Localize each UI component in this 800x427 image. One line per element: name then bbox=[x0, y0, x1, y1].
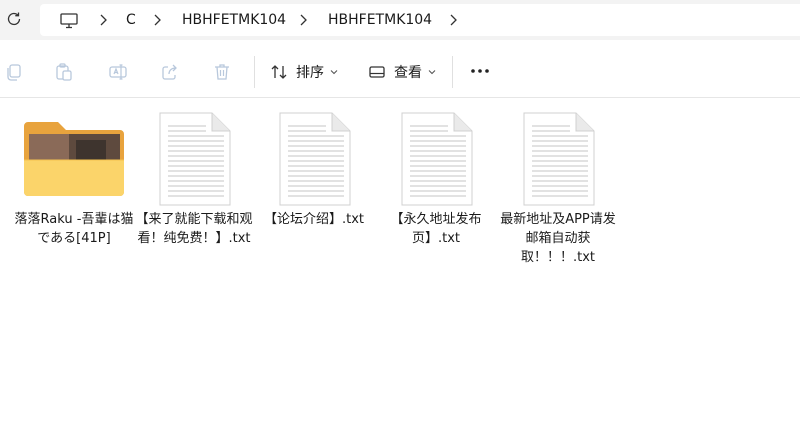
chevron-right-icon[interactable] bbox=[448, 14, 458, 26]
more-icon[interactable] bbox=[470, 68, 490, 74]
copy-icon[interactable] bbox=[4, 62, 24, 82]
breadcrumb-item-current[interactable]: HBHFETMK104 bbox=[328, 10, 432, 30]
file-item-txt[interactable]: 【永久地址发布页】.txt bbox=[376, 110, 496, 280]
file-name: 【论坛介绍】.txt bbox=[263, 212, 365, 227]
toolbar-divider bbox=[254, 56, 255, 88]
chevron-down-icon bbox=[428, 70, 436, 75]
sort-label: 排序 bbox=[296, 65, 324, 81]
chevron-down-icon bbox=[330, 70, 338, 75]
view-label: 查看 bbox=[394, 65, 422, 81]
breadcrumb-item-folder[interactable]: HBHFETMK104 bbox=[182, 10, 286, 30]
file-item-txt[interactable]: 【来了就能下载和观看！纯免费！】.txt bbox=[134, 110, 254, 280]
chevron-right-icon[interactable] bbox=[152, 14, 162, 26]
address-bar-row: C HBHFETMK104 HBHFETMK104 bbox=[0, 0, 800, 40]
text-file-icon bbox=[159, 112, 231, 206]
file-item-txt[interactable]: 【论坛介绍】.txt bbox=[254, 110, 374, 280]
file-name: 【永久地址发布页】.txt bbox=[390, 212, 482, 246]
view-button[interactable]: 查看 bbox=[368, 60, 436, 84]
file-item-txt[interactable]: 最新地址及APP请发邮箱自动获取！！！.txt bbox=[498, 110, 618, 280]
text-file-icon bbox=[401, 112, 473, 206]
text-file-icon bbox=[279, 112, 351, 206]
computer-icon[interactable] bbox=[60, 13, 78, 29]
breadcrumb-item-drive[interactable]: C bbox=[126, 10, 136, 30]
sort-button[interactable]: 排序 bbox=[270, 60, 338, 84]
file-name: 落落Raku -吾輩は猫である[41P] bbox=[14, 212, 134, 246]
rename-icon[interactable] bbox=[108, 62, 128, 82]
paste-icon[interactable] bbox=[54, 62, 74, 82]
text-file-icon bbox=[523, 112, 595, 206]
address-bar[interactable]: C HBHFETMK104 HBHFETMK104 bbox=[40, 4, 800, 36]
view-icon bbox=[369, 66, 385, 78]
file-name: 最新地址及APP请发邮箱自动获取！！！.txt bbox=[500, 212, 616, 265]
sort-icon bbox=[271, 65, 287, 79]
folder-icon bbox=[24, 122, 124, 196]
toolbar-divider bbox=[452, 56, 453, 88]
file-name: 【来了就能下载和观看！纯免费！】.txt bbox=[135, 212, 253, 246]
command-bar: 排序 查看 bbox=[0, 46, 800, 98]
delete-icon[interactable] bbox=[212, 62, 232, 82]
refresh-icon[interactable] bbox=[6, 11, 22, 27]
share-icon[interactable] bbox=[160, 62, 180, 82]
file-item-folder[interactable]: 落落Raku -吾輩は猫である[41P] bbox=[14, 110, 134, 280]
chevron-right-icon[interactable] bbox=[98, 14, 108, 26]
chevron-right-icon[interactable] bbox=[298, 14, 308, 26]
